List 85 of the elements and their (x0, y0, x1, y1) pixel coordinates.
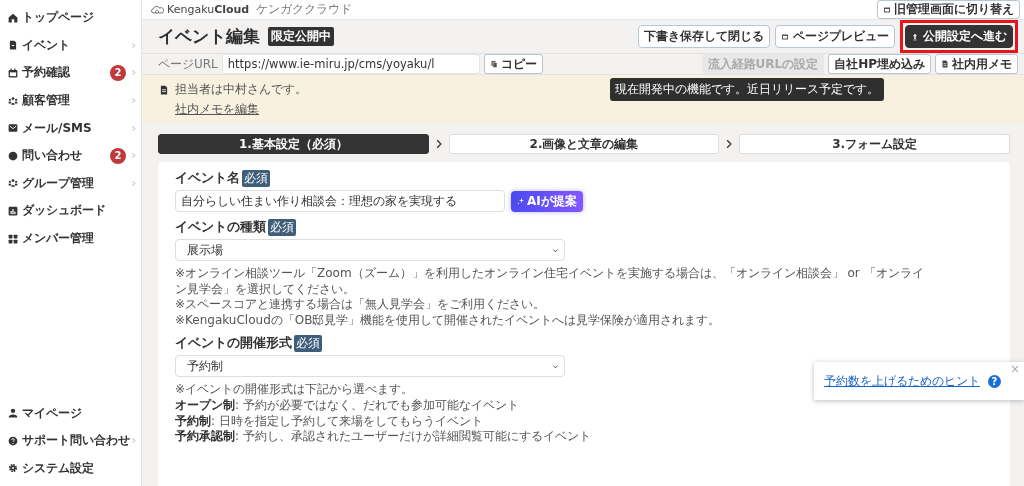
nav-label: 問い合わせ (22, 147, 83, 165)
copy-button[interactable]: コピー (483, 54, 543, 74)
document-icon (941, 60, 949, 68)
sidebar-item[interactable]: イベント (0, 31, 141, 60)
preview-button[interactable]: ページプレビュー (775, 25, 895, 48)
nav-label: 顧客管理 (22, 92, 71, 110)
help-icon[interactable]: ? (988, 374, 1001, 388)
window-icon (883, 5, 891, 14)
switch-button[interactable]: 旧管理画面に切り替え (877, 0, 1020, 19)
memo-button[interactable]: 社内用メモ (935, 54, 1018, 74)
sidebar-item[interactable]: 予約確認 2 (0, 59, 141, 87)
nav-label: システム設定 (22, 459, 95, 477)
calendar-icon (8, 68, 18, 78)
count-badge: 2 (110, 147, 126, 164)
user-icon (8, 408, 18, 418)
note-text: 予約制: 日時を指定し予約して来場をしてもらうイベント (175, 413, 484, 430)
sparkle-icon (517, 197, 525, 205)
sidebar-item[interactable]: サポート問い合わせ (0, 426, 141, 455)
document-icon (8, 40, 18, 51)
logo-subtitle: ケンガククラウド (256, 1, 353, 18)
envelope-icon (8, 123, 18, 134)
sidebar-item[interactable]: 問い合わせ 2 (0, 141, 141, 170)
people-icon (8, 178, 18, 189)
note-text: ※スペースコアと連携する場合は「無人見学会」をご利用ください。 (175, 297, 547, 313)
edit-memo-link[interactable]: 社内メモを編集 (175, 101, 259, 118)
chevron-down-icon (552, 362, 559, 370)
tooltip: 現在開発中の機能です。近日リリース予定です。 (610, 78, 885, 101)
status-badge: 限定公開中 (268, 27, 334, 46)
required-badge: 必須 (268, 219, 296, 236)
nav-label: トップページ (22, 9, 95, 27)
page-title: イベント編集 (158, 25, 260, 48)
url-field[interactable]: https://www.ie-miru.jp/cms/yoyaku/l (221, 54, 480, 74)
chevron-down-icon (552, 246, 559, 254)
nav-label: 予約確認 (22, 64, 71, 82)
nav-label: メール/SMS (22, 119, 93, 137)
note-text: ※イベントの開催形式は下記から選べます。 (175, 382, 415, 398)
save-draft-button[interactable]: 下書き保存して閉じる (638, 25, 770, 48)
step-tab[interactable]: 1.基本設定（必須） (158, 134, 429, 154)
embed-button[interactable]: 自社HP埋め込み (828, 54, 931, 74)
home-icon (8, 12, 18, 23)
note-text: 予約承認制: 予約し、承認されたユーザーだけが詳細閲覧可能にするイベント (175, 429, 592, 445)
document-icon (159, 84, 169, 95)
nav-label: サポート問い合わせ (22, 432, 130, 450)
hint-link[interactable]: 予約数を上げるためのヒント (824, 372, 980, 390)
sidebar-item[interactable]: システム設定 (0, 454, 141, 482)
step-tab[interactable]: 3.フォーム設定 (739, 134, 1010, 154)
field-label: イベント名 (175, 170, 240, 187)
upload-icon (911, 32, 919, 41)
sidebar-item[interactable]: トップページ (0, 4, 141, 32)
sidebar-item[interactable]: メンバー管理 (0, 224, 141, 253)
sidebar-item[interactable]: ダッシュボード (0, 197, 141, 225)
sidebar-item[interactable]: グループ管理 (0, 169, 141, 198)
step-tab[interactable]: 2.画像と文章の編集 (448, 134, 720, 154)
field-label: イベントの種類 (175, 219, 266, 236)
required-badge: 必須 (294, 335, 322, 353)
field-label: イベントの開催形式 (175, 335, 292, 353)
sidebar-item[interactable]: マイページ (0, 399, 141, 427)
note-text: オープン制: 予約が必要ではなく、だれでも参加可能なイベント (175, 397, 520, 414)
cloud-house-icon (150, 4, 164, 15)
dropdown[interactable]: 展示場 (175, 239, 565, 261)
nav-label: グループ管理 (22, 174, 95, 192)
dropdown[interactable]: 予約制 (175, 355, 565, 378)
sidebar-item[interactable]: メール/SMS (0, 114, 141, 142)
window-icon (781, 32, 789, 41)
nav-label: イベント (22, 36, 71, 54)
grid-icon (8, 233, 18, 244)
nav-label: メンバー管理 (22, 230, 95, 248)
chart-icon (8, 205, 18, 216)
copy-icon (489, 60, 498, 68)
count-badge: 2 (110, 65, 126, 81)
nav-label: マイページ (22, 404, 83, 422)
nav-label: ダッシュボード (22, 202, 107, 220)
required-badge: 必須 (242, 170, 270, 187)
ai-suggest-button[interactable]: AIが提案 (511, 190, 583, 212)
sidebar-item[interactable]: 顧客管理 (0, 86, 141, 115)
logo-text: KengakuCloud (167, 3, 250, 16)
note-text: ※KengakuCloudの「OB邸見学」機能を使用して開催されたイベントへは見学保険が適用されます。 (175, 312, 722, 329)
settings-icon (8, 463, 18, 474)
help-icon (8, 435, 18, 446)
publish-settings-button[interactable]: 公開設定へ進む (905, 25, 1013, 48)
people-icon (8, 95, 18, 106)
note-text: ※オンライン相談ツール「Zoom（ズーム）」を利用したオンライン住宅イベントを実施する場合は、「オンライン相談会」 or 「オンライン見学会」を選択してください。 (175, 266, 925, 298)
memo-text: 担当者は中村さんです。 (175, 81, 307, 98)
url-label: ページURL (158, 55, 218, 73)
text-field[interactable]: 自分らしい住まい作り相談会：理想の家を実現する (175, 190, 505, 212)
